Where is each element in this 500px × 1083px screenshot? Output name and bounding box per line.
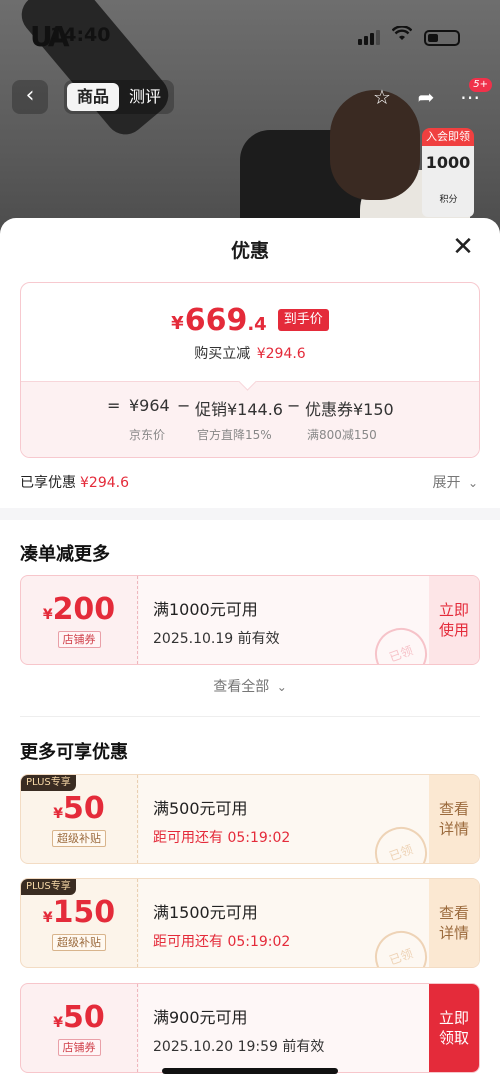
- formula-coupon: 优惠券¥150: [305, 400, 394, 419]
- member-points-badge[interactable]: 入会即领 1000 积分: [422, 128, 474, 217]
- notification-badge: 5+: [469, 78, 492, 92]
- price-formula: = ¥964 − 促销¥144.6 − 优惠券¥150 京东价 官方直降15% …: [21, 381, 479, 457]
- coupon-condition: 满1500元可用: [153, 903, 258, 922]
- coupon-card: ¥200 店铺券 满1000元可用 2025.10.19 前有效 已领 立即使用: [20, 575, 480, 665]
- see-all-button[interactable]: 查看全部 ⌄: [0, 676, 500, 696]
- section-title: 更多可享优惠: [20, 742, 128, 763]
- coupon-condition: 满500元可用: [153, 799, 248, 818]
- view-details-button[interactable]: 查看详情: [429, 775, 479, 863]
- divider: [20, 716, 480, 717]
- coupon-type-tag: 店铺券: [57, 631, 101, 648]
- final-price: ¥ 669 .4: [171, 305, 267, 337]
- formula-coupon-label: 满800减150: [307, 428, 377, 442]
- coupon-amount: ¥50: [21, 791, 137, 827]
- coupon-validity: 2025.10.20 19:59 前有效: [153, 1039, 325, 1055]
- sheet-title: 优惠: [230, 240, 269, 262]
- top-nav: ‹ 商品 测评 ☆ ➦ ⋯ 5+: [0, 78, 500, 114]
- final-price-tag: 到手价: [277, 309, 329, 331]
- tab-segment: 商品 测评: [64, 80, 175, 114]
- instant-discount-label: 购买立减: [194, 346, 251, 362]
- section-divider: [0, 508, 500, 520]
- instant-discount-amount: ¥294.6: [256, 346, 306, 362]
- formula-equals: =: [107, 396, 121, 415]
- tab-review[interactable]: 测评: [119, 83, 171, 111]
- home-indicator: [162, 1068, 338, 1074]
- coupon-card: PLUS专享 ¥150 超级补贴 满1500元可用 距可用还有 05:19:02…: [20, 878, 480, 968]
- plus-badge: PLUS专享: [21, 879, 76, 895]
- chevron-left-icon: ‹: [25, 83, 35, 108]
- use-now-button[interactable]: 立即使用: [429, 576, 479, 664]
- signal-icon: [358, 30, 380, 45]
- close-icon[interactable]: ✕: [448, 232, 478, 262]
- formula-promo-label: 官方直降15%: [197, 428, 272, 442]
- member-points-unit: 积分: [439, 195, 458, 205]
- discount-sheet: 优惠 ✕ ¥ 669 .4 到手价 购买立减 ¥294.6 = ¥964 − 促: [0, 218, 500, 1083]
- more-icon[interactable]: ⋯ 5+: [454, 78, 492, 114]
- coupon-currency: ¥: [53, 1015, 63, 1031]
- coupon-value: 150: [52, 895, 116, 930]
- wifi-icon: [391, 25, 413, 47]
- coupon-amount: ¥150: [21, 895, 137, 931]
- coupon-card: ¥50 店铺券 满900元可用 2025.10.20 19:59 前有效 立即领…: [20, 983, 480, 1073]
- chevron-down-icon: ⌄: [467, 476, 478, 490]
- battery-icon: [424, 30, 460, 46]
- formula-minus: −: [177, 396, 191, 415]
- formula-promo: 促销¥144.6: [195, 400, 283, 419]
- formula-minus: −: [287, 396, 301, 415]
- price-card: ¥ 669 .4 到手价 购买立减 ¥294.6 = ¥964 − 促销¥144…: [20, 282, 480, 458]
- share-icon[interactable]: ➦: [410, 80, 442, 114]
- formula-jd-price: ¥964: [129, 396, 170, 415]
- enjoyed-label: 已享优惠: [20, 475, 76, 491]
- status-time: 14:40: [50, 24, 111, 46]
- coupon-currency: ¥: [53, 806, 63, 822]
- final-price-integer: 669: [184, 303, 248, 338]
- member-points: 1000: [425, 153, 471, 172]
- member-label: 入会即领: [422, 128, 474, 146]
- enjoyed-discount: 已享优惠 ¥294.6: [20, 472, 129, 492]
- expand-label: 展开: [432, 475, 461, 491]
- coupon-amount: ¥50: [21, 1000, 137, 1036]
- coupon-value: 50: [63, 791, 105, 826]
- coupon-condition: 满1000元可用: [153, 600, 258, 619]
- coupon-value: 200: [52, 592, 116, 627]
- coupon-type-tag: 超级补贴: [52, 830, 106, 847]
- chevron-down-icon: ⌄: [276, 680, 287, 694]
- formula-jd-price-label: 京东价: [129, 428, 166, 442]
- star-icon[interactable]: ☆: [366, 80, 398, 114]
- enjoyed-amount: ¥294.6: [80, 475, 129, 491]
- plus-badge: PLUS专享: [21, 775, 76, 791]
- final-price-currency: ¥: [171, 313, 184, 334]
- coupon-currency: ¥: [42, 910, 53, 926]
- coupon-currency: ¥: [42, 607, 53, 623]
- coupon-card: PLUS专享 ¥50 超级补贴 满500元可用 距可用还有 05:19:02 已…: [20, 774, 480, 864]
- coupon-type-tag: 店铺券: [57, 1039, 101, 1056]
- final-price-decimal: .4: [247, 314, 267, 335]
- expand-button[interactable]: 展开 ⌄: [432, 472, 478, 492]
- tab-product[interactable]: 商品: [67, 83, 120, 111]
- coupon-amount: ¥200: [21, 592, 137, 628]
- see-all-label: 查看全部: [213, 679, 270, 695]
- claim-now-button[interactable]: 立即领取: [429, 984, 479, 1072]
- coupon-type-tag: 超级补贴: [52, 934, 106, 951]
- instant-discount: 购买立减 ¥294.6: [21, 343, 479, 363]
- view-details-button[interactable]: 查看详情: [429, 879, 479, 967]
- section-title: 凑单减更多: [20, 544, 110, 565]
- coupon-condition: 满900元可用: [153, 1008, 248, 1027]
- back-button[interactable]: ‹: [12, 80, 48, 114]
- status-bar: UA 14:40: [0, 20, 500, 56]
- coupon-value: 50: [63, 1000, 105, 1035]
